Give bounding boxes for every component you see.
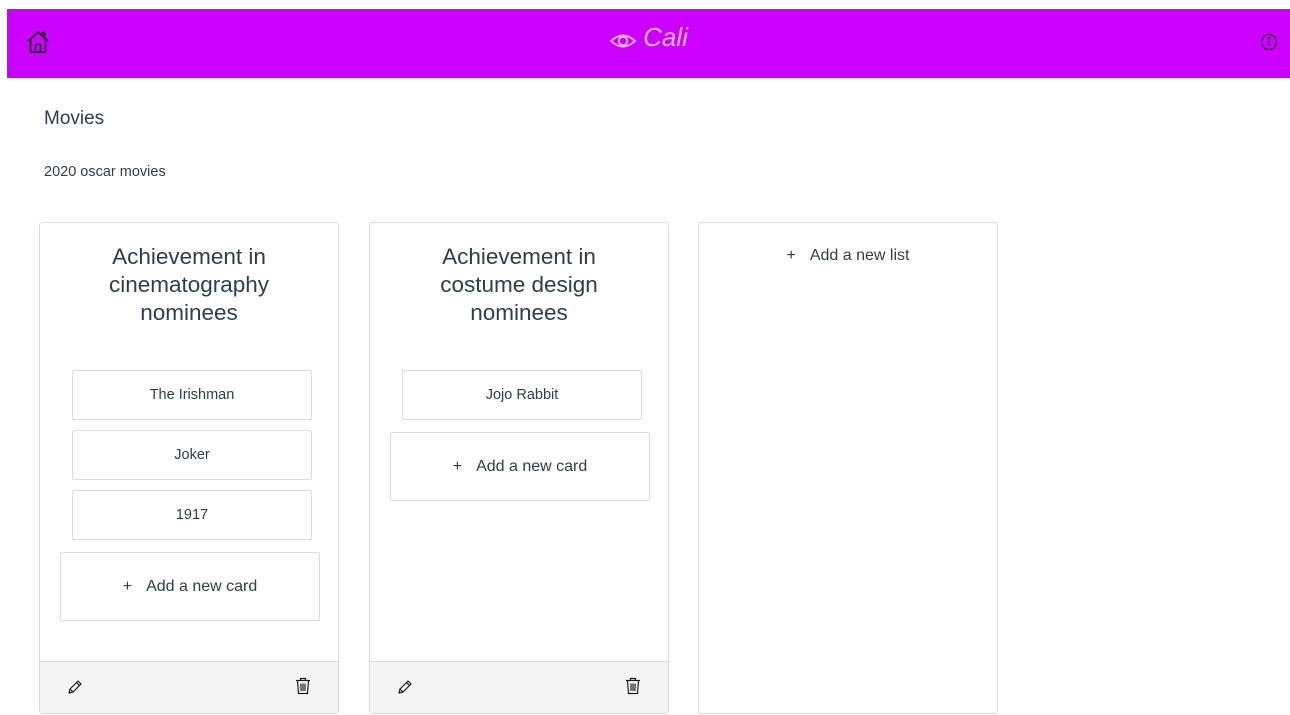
add-list-panel[interactable]: + Add a new list xyxy=(698,222,998,714)
add-card-label: Add a new card xyxy=(476,458,588,475)
card[interactable]: The Irishman xyxy=(72,370,312,420)
add-list-button[interactable]: + Add a new list xyxy=(699,247,997,265)
list-title[interactable]: Achievement in costume design nominees xyxy=(370,243,668,327)
list-cinematography: Achievement in cinematography nominees T… xyxy=(39,222,339,714)
list-costume-design: Achievement in costume design nominees J… xyxy=(369,222,669,714)
add-card-button[interactable]: + Add a new card xyxy=(60,552,320,621)
add-list-label: Add a new list xyxy=(809,247,910,264)
info-icon[interactable] xyxy=(1260,33,1278,51)
trash-icon[interactable] xyxy=(295,677,311,695)
plus-icon: + xyxy=(786,247,796,264)
list-title[interactable]: Achievement in cinematography nominees xyxy=(40,243,338,327)
list-footer xyxy=(370,661,668,713)
pencil-icon[interactable] xyxy=(396,678,414,696)
plus-icon: + xyxy=(122,578,133,595)
eye-icon xyxy=(609,27,637,48)
pencil-icon[interactable] xyxy=(66,678,84,696)
brand-name: Cali xyxy=(643,22,688,52)
trash-icon[interactable] xyxy=(625,677,641,695)
card[interactable]: 1917 xyxy=(72,490,312,540)
board-description: 2020 oscar movies xyxy=(44,164,166,180)
card[interactable]: Jojo Rabbit xyxy=(402,370,642,420)
add-card-button[interactable]: + Add a new card xyxy=(390,432,650,501)
add-card-label: Add a new card xyxy=(146,578,258,595)
board-title: Movies xyxy=(44,108,105,129)
card[interactable]: Joker xyxy=(72,430,312,480)
list-footer xyxy=(40,661,338,713)
plus-icon: + xyxy=(452,458,463,475)
brand: Cali xyxy=(7,22,1290,52)
navbar: Cali xyxy=(7,9,1290,78)
